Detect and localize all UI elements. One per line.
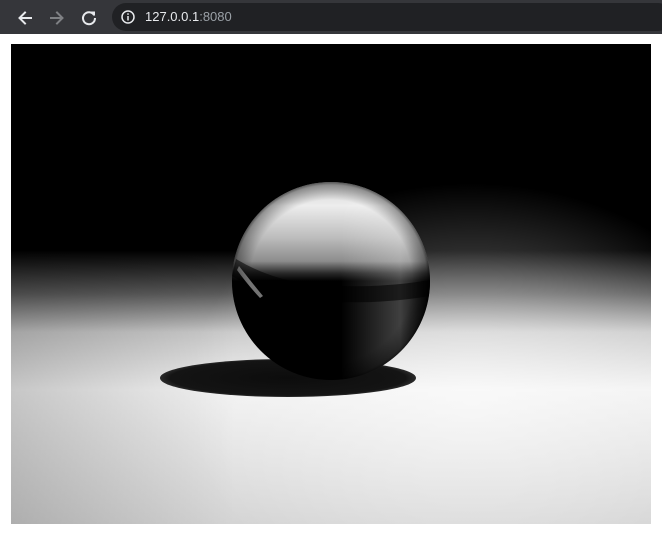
info-icon[interactable] bbox=[121, 10, 135, 24]
reload-button[interactable] bbox=[76, 5, 102, 31]
back-button[interactable] bbox=[12, 5, 38, 31]
back-arrow-icon bbox=[18, 11, 32, 25]
browser-toolbar: 127.0.0.1:8080 bbox=[0, 0, 662, 34]
url-port: :8080 bbox=[199, 9, 232, 24]
url-text[interactable]: 127.0.0.1:8080 bbox=[145, 9, 232, 25]
forward-button[interactable] bbox=[44, 5, 70, 31]
reload-icon bbox=[82, 11, 97, 26]
forward-arrow-icon bbox=[50, 11, 64, 25]
sphere bbox=[232, 182, 430, 380]
page-viewport bbox=[0, 34, 662, 536]
address-bar[interactable]: 127.0.0.1:8080 bbox=[112, 3, 662, 31]
render-canvas[interactable] bbox=[11, 44, 651, 524]
url-host: 127.0.0.1 bbox=[145, 9, 200, 24]
